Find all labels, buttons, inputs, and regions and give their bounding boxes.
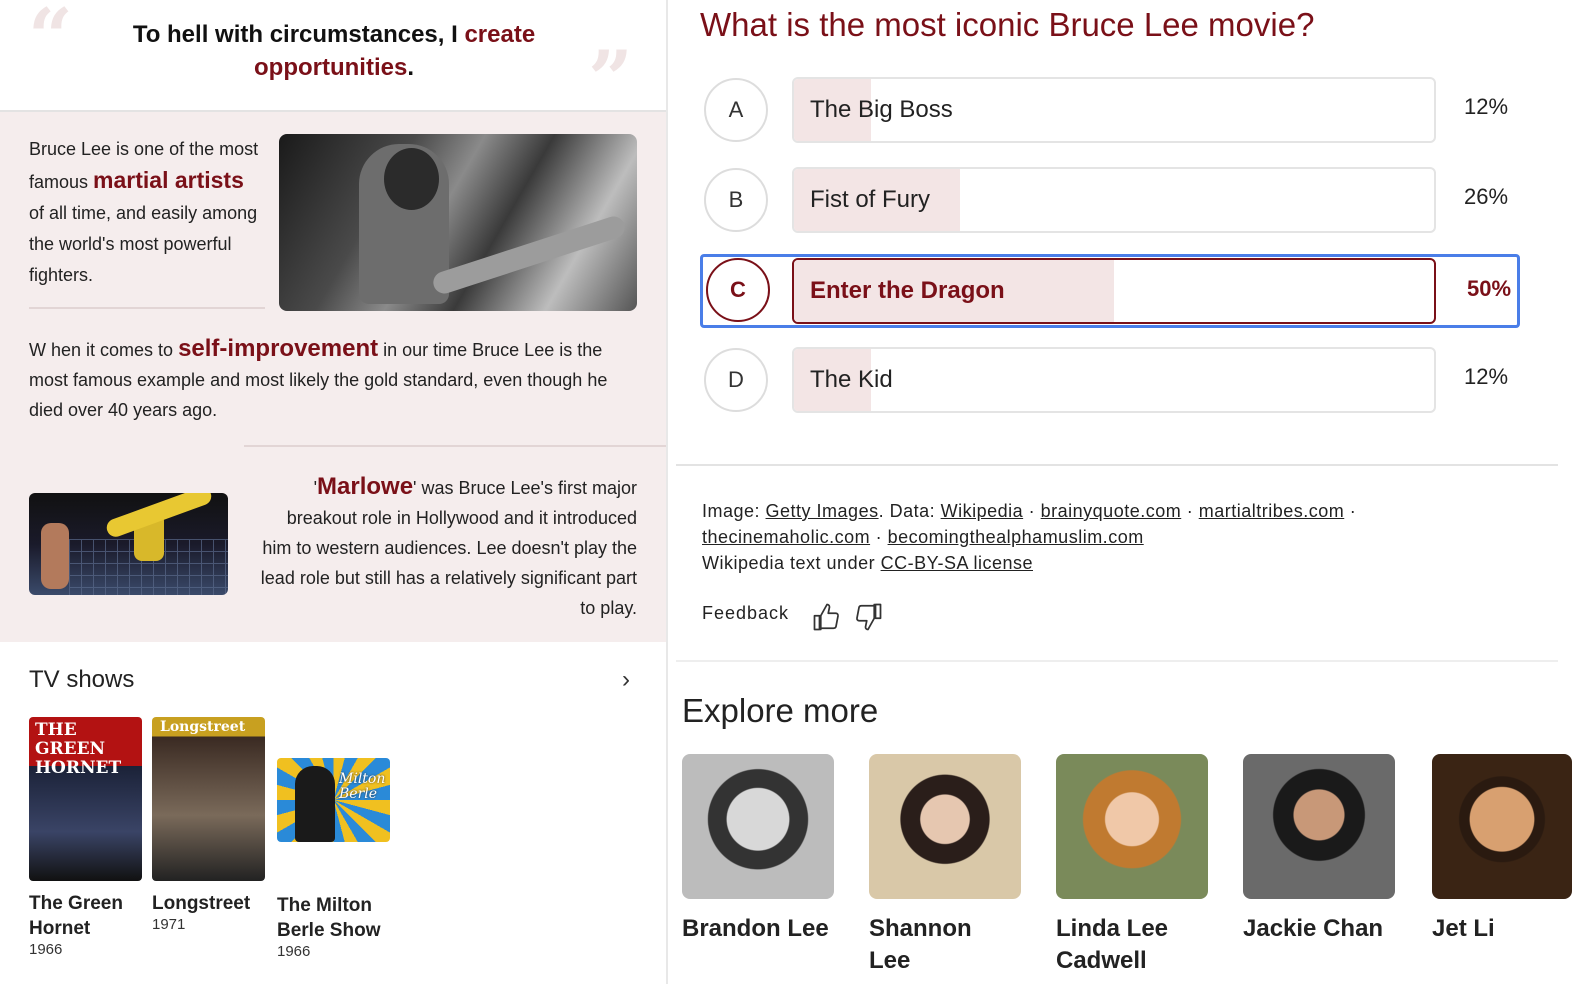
poll-option-b[interactable]: B Fist of Fury 26% (700, 167, 1520, 241)
poster-title: THE GREEN (35, 720, 106, 759)
person-name[interactable]: Brandon Lee (682, 913, 842, 945)
person-name[interactable]: Jackie Chan (1243, 913, 1403, 945)
bio-paragraph-3: 'Marlowe' was Bruce Lee's first major br… (255, 472, 637, 623)
person-card[interactable]: Shannon Lee (869, 754, 1029, 977)
person-photo[interactable] (682, 754, 834, 899)
person-photo[interactable] (1243, 754, 1395, 899)
option-bar[interactable]: Fist of Fury (792, 167, 1436, 233)
poll-question: What is the most iconic Bruce Lee movie? (700, 6, 1315, 43)
person-name[interactable]: Linda Lee Cadwell (1056, 913, 1216, 977)
person-card[interactable]: Linda Lee Cadwell (1056, 754, 1216, 977)
tv-show-year: 1966 (277, 943, 311, 960)
option-letter: C (706, 258, 770, 322)
open-quote-icon: “ (28, 0, 73, 83)
tv-show-card[interactable]: Milton Berle The Milton Berle Show 1966 (277, 717, 392, 960)
poster-title: Longstreet (160, 719, 246, 735)
tv-show-poster[interactable]: Longstreet (152, 717, 265, 881)
bio-section: Bruce Lee is one of the most famous mart… (0, 112, 666, 642)
person-photo[interactable] (1432, 754, 1572, 899)
quote-text: To hell with circumstances, I create opp… (100, 18, 568, 84)
link-martialtribes[interactable]: martialtribes.com (1199, 501, 1345, 521)
bio-highlight-martial-artists[interactable]: martial artists (93, 167, 244, 193)
bio-text: W hen it comes to (29, 340, 179, 360)
option-bar[interactable]: The Kid (792, 347, 1436, 413)
option-label: Enter the Dragon (810, 277, 1005, 304)
link-getty-images[interactable]: Getty Images (766, 501, 879, 521)
quote-part2: . (407, 54, 414, 81)
marlowe-still-image[interactable] (29, 493, 228, 595)
bio-highlight-self-improvement[interactable]: self-improvement (178, 335, 378, 362)
option-label: The Kid (810, 366, 893, 393)
option-percent: 12% (1464, 364, 1509, 389)
link-thecinemaholic[interactable]: thecinemaholic.com (702, 527, 870, 547)
poll-option-d[interactable]: D The Kid 12% (700, 347, 1520, 421)
option-percent: 12% (1464, 94, 1509, 119)
tv-show-year: 1966 (29, 941, 63, 958)
option-bar[interactable]: Enter the Dragon (792, 258, 1436, 324)
tv-show-title: The Green Hornet (29, 893, 123, 939)
link-cc-by-sa-license[interactable]: CC-BY-SA license (881, 553, 1033, 573)
tv-show-title: Longstreet (152, 893, 251, 914)
divider (676, 464, 1558, 466)
poster-title: Berle (339, 786, 378, 802)
tv-show-title: The Milton Berle Show (277, 895, 381, 941)
chevron-right-icon[interactable]: › (622, 666, 630, 694)
right-panel: What is the most iconic Bruce Lee movie?… (668, 0, 1588, 984)
poll-option-a[interactable]: A The Big Boss 12% (700, 77, 1520, 151)
link-brainyquote[interactable]: brainyquote.com (1041, 501, 1182, 521)
tv-show-year: 1971 (152, 916, 186, 933)
poster-title: Milton (339, 771, 386, 787)
poster-title: HORNET (35, 758, 122, 778)
tv-show-card[interactable]: Longstreet Longstreet 1971 (152, 717, 267, 933)
person-card[interactable]: Jackie Chan (1243, 754, 1403, 945)
option-bar[interactable]: The Big Boss (792, 77, 1436, 143)
option-label: Fist of Fury (810, 186, 931, 213)
person-card[interactable]: Brandon Lee (682, 754, 842, 945)
explore-more-heading: Explore more (682, 692, 879, 729)
link-wikipedia[interactable]: Wikipedia (941, 501, 1024, 521)
bio-highlight-marlowe[interactable]: Marlowe (317, 473, 413, 500)
bio-paragraph-1: Bruce Lee is one of the most famous mart… (29, 134, 261, 291)
link-becomingthealphamuslim[interactable]: becomingthealphamuslim.com (888, 527, 1144, 547)
person-photo[interactable] (1056, 754, 1208, 899)
tv-show-card[interactable]: THE GREEN HORNET The Green Hornet 1966 (29, 717, 144, 958)
feedback-label: Feedback (702, 603, 790, 623)
attribution: Image: Getty Images. Data: Wikipedia · b… (702, 501, 1357, 573)
person-card[interactable]: Jet Li (1432, 754, 1572, 945)
quote-block: “ To hell with circumstances, I create o… (0, 0, 666, 125)
tv-show-poster[interactable]: Milton Berle (277, 758, 390, 842)
divider (676, 660, 1558, 662)
bio-text: of all time, and easily among the world'… (29, 203, 258, 285)
option-percent: 26% (1464, 184, 1509, 209)
bruce-lee-photo[interactable] (279, 134, 637, 311)
option-percent: 50% (1467, 276, 1512, 301)
bio-paragraph-2: W hen it comes to self-improvement in ou… (29, 334, 639, 425)
option-letter: A (704, 78, 768, 142)
divider (29, 307, 265, 309)
poll-option-c-selected[interactable]: C Enter the Dragon 50% (700, 254, 1520, 328)
person-name[interactable]: Jet Li (1432, 913, 1572, 945)
left-panel: “ To hell with circumstances, I create o… (0, 0, 668, 984)
tv-show-poster[interactable]: THE GREEN HORNET (29, 717, 142, 881)
option-letter: D (704, 348, 768, 412)
thumbs-down-icon[interactable] (853, 601, 883, 633)
divider (244, 445, 666, 447)
option-label: The Big Boss (810, 96, 953, 123)
thumbs-up-icon[interactable] (812, 601, 842, 633)
option-letter: B (704, 168, 768, 232)
person-photo[interactable] (869, 754, 1021, 899)
quote-part1: To hell with circumstances, I (132, 21, 465, 48)
tv-shows-heading[interactable]: TV shows (29, 666, 134, 694)
person-name[interactable]: Shannon Lee (869, 913, 1029, 977)
